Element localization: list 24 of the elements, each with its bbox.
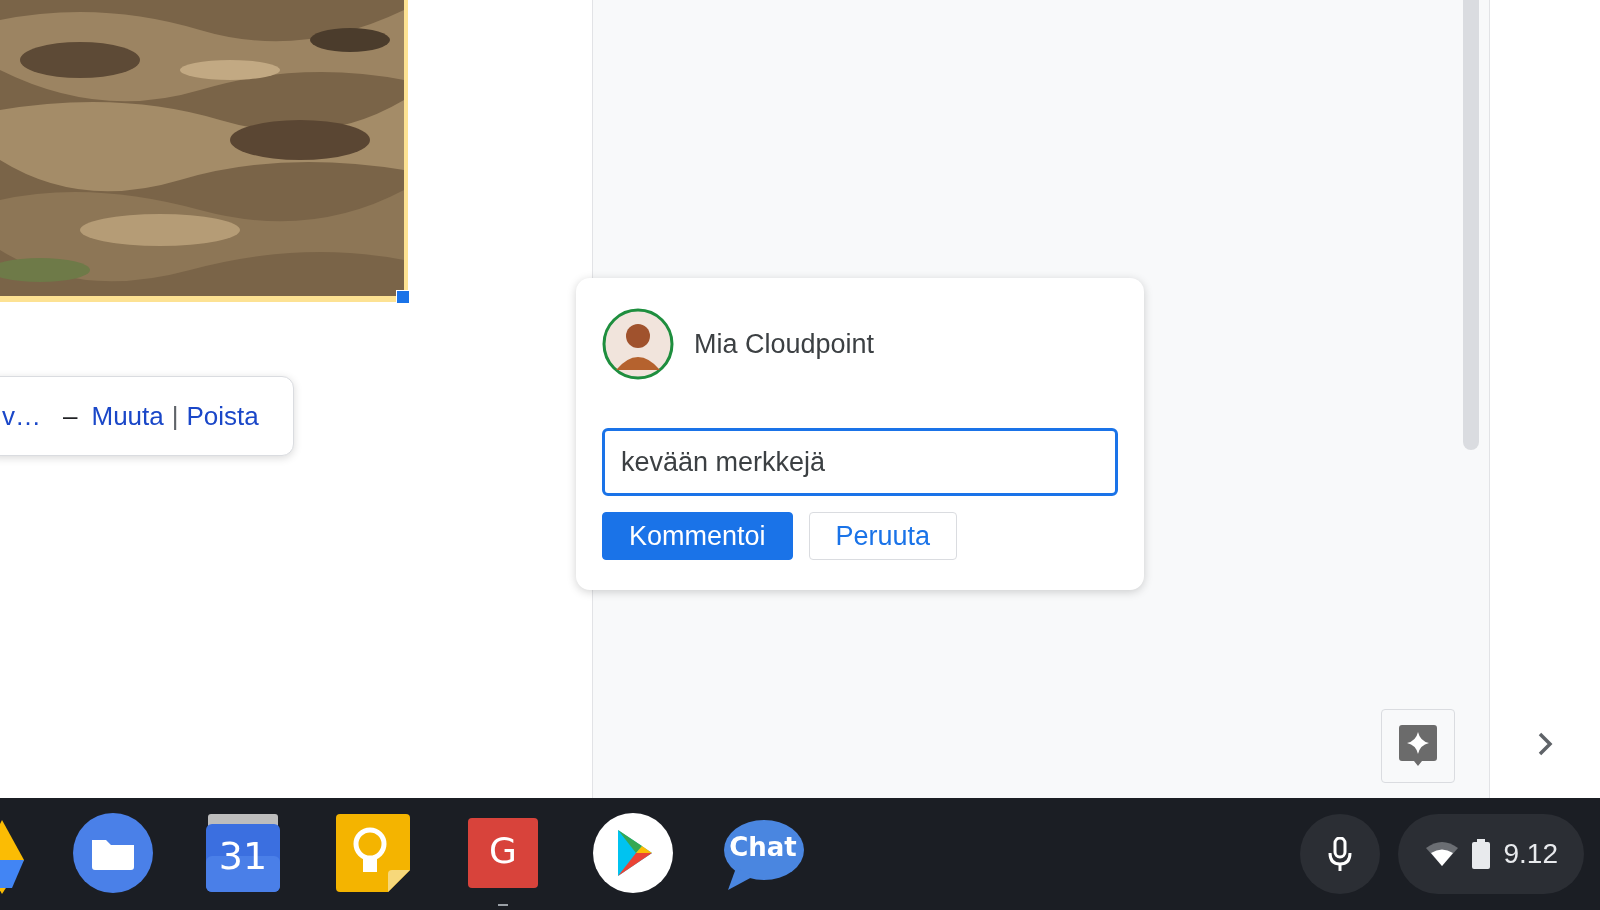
separator: | bbox=[171, 400, 179, 432]
explore-button[interactable] bbox=[1381, 709, 1455, 783]
link[interactable]: v… bbox=[2, 400, 41, 432]
running-indicator bbox=[498, 904, 508, 906]
calendar-date: 31 bbox=[218, 834, 268, 878]
sparkle-icon bbox=[1399, 725, 1437, 767]
avatar-icon bbox=[602, 308, 674, 380]
scrollbar[interactable] bbox=[1463, 0, 1479, 450]
app-letter: G bbox=[489, 830, 517, 871]
edit-link[interactable]: Muuta bbox=[91, 400, 164, 432]
microphone-icon bbox=[1326, 837, 1353, 871]
wifi-icon bbox=[1425, 842, 1458, 866]
cancel-button[interactable]: Peruuta bbox=[808, 512, 958, 560]
app-label: Chat bbox=[729, 832, 797, 862]
dash: – bbox=[63, 400, 78, 432]
folder-icon[interactable] bbox=[72, 812, 154, 894]
resize-handle[interactable] bbox=[396, 290, 410, 304]
status-area[interactable]: 9.12 bbox=[1397, 814, 1584, 894]
author-name: Mia Cloudpoint bbox=[694, 328, 875, 360]
comment-field[interactable]: kevään merkkejä bbox=[602, 428, 1118, 496]
clock: 9.12 bbox=[1503, 838, 1558, 870]
battery-icon bbox=[1471, 839, 1490, 869]
remove-link[interactable]: Poista bbox=[186, 400, 259, 432]
comment-button[interactable]: Kommentoi bbox=[602, 512, 793, 560]
